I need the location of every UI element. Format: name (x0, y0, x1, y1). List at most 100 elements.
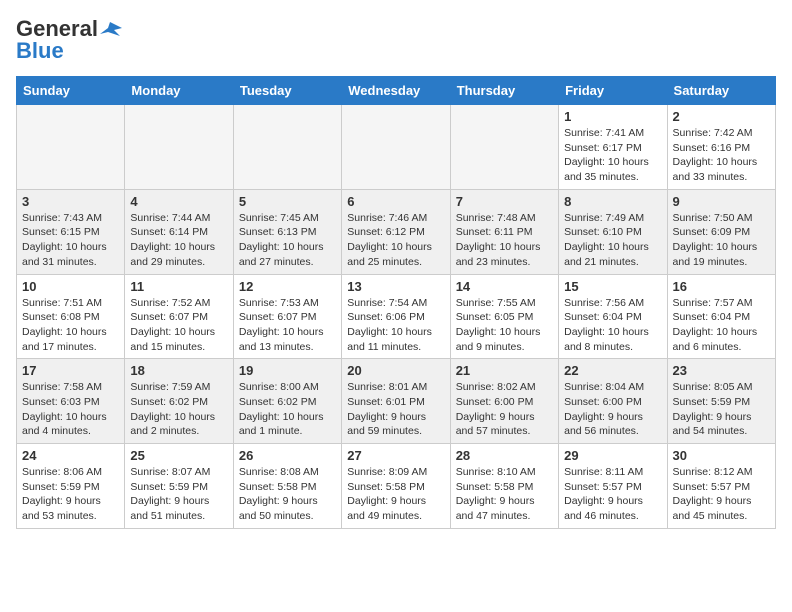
weekday-header-row: SundayMondayTuesdayWednesdayThursdayFrid… (17, 77, 776, 105)
calendar-cell: 11 Sunrise: 7:52 AM Sunset: 6:07 PM Dayli… (125, 274, 233, 359)
calendar-cell: 24 Sunrise: 8:06 AM Sunset: 5:59 PM Dayli… (17, 444, 125, 529)
day-info: Sunrise: 7:44 AM Sunset: 6:14 PM Dayligh… (130, 211, 227, 270)
day-number: 16 (673, 279, 770, 294)
logo-bird-icon (100, 20, 122, 38)
day-info: Sunrise: 7:57 AM Sunset: 6:04 PM Dayligh… (673, 296, 770, 355)
day-info: Sunrise: 7:45 AM Sunset: 6:13 PM Dayligh… (239, 211, 336, 270)
calendar-week-row: 1 Sunrise: 7:41 AM Sunset: 6:17 PM Daylig… (17, 105, 776, 190)
calendar-week-row: 24 Sunrise: 8:06 AM Sunset: 5:59 PM Dayli… (17, 444, 776, 529)
day-number: 12 (239, 279, 336, 294)
day-number: 5 (239, 194, 336, 209)
day-info: Sunrise: 7:55 AM Sunset: 6:05 PM Dayligh… (456, 296, 553, 355)
day-number: 18 (130, 363, 227, 378)
calendar-cell: 25 Sunrise: 8:07 AM Sunset: 5:59 PM Dayli… (125, 444, 233, 529)
logo: General Blue (16, 16, 122, 64)
calendar-week-row: 3Sunrise: 7:43 AM Sunset: 6:15 PM Daylig… (17, 189, 776, 274)
day-info: Sunrise: 7:54 AM Sunset: 6:06 PM Dayligh… (347, 296, 444, 355)
day-info: Sunrise: 8:08 AM Sunset: 5:58 PM Dayligh… (239, 465, 336, 524)
calendar-cell: 23 Sunrise: 8:05 AM Sunset: 5:59 PM Dayli… (667, 359, 775, 444)
calendar-cell (233, 105, 341, 190)
day-number: 1 (564, 109, 661, 124)
day-number: 2 (673, 109, 770, 124)
day-info: Sunrise: 8:00 AM Sunset: 6:02 PM Dayligh… (239, 380, 336, 439)
weekday-header-wednesday: Wednesday (342, 77, 450, 105)
day-info: Sunrise: 8:02 AM Sunset: 6:00 PM Dayligh… (456, 380, 553, 439)
calendar-cell: 13 Sunrise: 7:54 AM Sunset: 6:06 PM Dayli… (342, 274, 450, 359)
calendar-cell: 18 Sunrise: 7:59 AM Sunset: 6:02 PM Dayli… (125, 359, 233, 444)
day-info: Sunrise: 8:05 AM Sunset: 5:59 PM Dayligh… (673, 380, 770, 439)
day-number: 24 (22, 448, 119, 463)
day-number: 20 (347, 363, 444, 378)
calendar-cell: 6Sunrise: 7:46 AM Sunset: 6:12 PM Daylig… (342, 189, 450, 274)
day-number: 17 (22, 363, 119, 378)
day-info: Sunrise: 7:56 AM Sunset: 6:04 PM Dayligh… (564, 296, 661, 355)
day-info: Sunrise: 7:53 AM Sunset: 6:07 PM Dayligh… (239, 296, 336, 355)
day-number: 13 (347, 279, 444, 294)
day-number: 11 (130, 279, 227, 294)
day-number: 15 (564, 279, 661, 294)
calendar-cell (125, 105, 233, 190)
calendar-cell: 29 Sunrise: 8:11 AM Sunset: 5:57 PM Dayli… (559, 444, 667, 529)
day-number: 8 (564, 194, 661, 209)
day-info: Sunrise: 7:48 AM Sunset: 6:11 PM Dayligh… (456, 211, 553, 270)
day-number: 10 (22, 279, 119, 294)
day-number: 25 (130, 448, 227, 463)
calendar-cell: 2 Sunrise: 7:42 AM Sunset: 6:16 PM Daylig… (667, 105, 775, 190)
calendar-cell: 10Sunrise: 7:51 AM Sunset: 6:08 PM Dayli… (17, 274, 125, 359)
day-number: 28 (456, 448, 553, 463)
day-number: 30 (673, 448, 770, 463)
page-header: General Blue (16, 16, 776, 64)
calendar-cell: 9 Sunrise: 7:50 AM Sunset: 6:09 PM Daylig… (667, 189, 775, 274)
day-number: 9 (673, 194, 770, 209)
day-number: 6 (347, 194, 444, 209)
logo-blue: Blue (16, 38, 64, 64)
calendar-table: SundayMondayTuesdayWednesdayThursdayFrid… (16, 76, 776, 529)
day-info: Sunrise: 8:10 AM Sunset: 5:58 PM Dayligh… (456, 465, 553, 524)
calendar-cell: 27Sunrise: 8:09 AM Sunset: 5:58 PM Dayli… (342, 444, 450, 529)
day-info: Sunrise: 8:07 AM Sunset: 5:59 PM Dayligh… (130, 465, 227, 524)
day-info: Sunrise: 7:42 AM Sunset: 6:16 PM Dayligh… (673, 126, 770, 185)
day-info: Sunrise: 8:06 AM Sunset: 5:59 PM Dayligh… (22, 465, 119, 524)
day-number: 21 (456, 363, 553, 378)
weekday-header-thursday: Thursday (450, 77, 558, 105)
calendar-cell (342, 105, 450, 190)
day-number: 19 (239, 363, 336, 378)
day-info: Sunrise: 8:04 AM Sunset: 6:00 PM Dayligh… (564, 380, 661, 439)
day-number: 26 (239, 448, 336, 463)
day-info: Sunrise: 8:11 AM Sunset: 5:57 PM Dayligh… (564, 465, 661, 524)
day-info: Sunrise: 7:41 AM Sunset: 6:17 PM Dayligh… (564, 126, 661, 185)
day-number: 29 (564, 448, 661, 463)
calendar-cell: 30 Sunrise: 8:12 AM Sunset: 5:57 PM Dayli… (667, 444, 775, 529)
calendar-cell: 15 Sunrise: 7:56 AM Sunset: 6:04 PM Dayli… (559, 274, 667, 359)
weekday-header-saturday: Saturday (667, 77, 775, 105)
calendar-week-row: 17 Sunrise: 7:58 AM Sunset: 6:03 PM Dayli… (17, 359, 776, 444)
calendar-cell: 5 Sunrise: 7:45 AM Sunset: 6:13 PM Daylig… (233, 189, 341, 274)
calendar-cell: 4 Sunrise: 7:44 AM Sunset: 6:14 PM Daylig… (125, 189, 233, 274)
calendar-cell: 16 Sunrise: 7:57 AM Sunset: 6:04 PM Dayli… (667, 274, 775, 359)
day-number: 27 (347, 448, 444, 463)
calendar-cell: 28 Sunrise: 8:10 AM Sunset: 5:58 PM Dayli… (450, 444, 558, 529)
weekday-header-friday: Friday (559, 77, 667, 105)
day-info: Sunrise: 8:12 AM Sunset: 5:57 PM Dayligh… (673, 465, 770, 524)
day-number: 7 (456, 194, 553, 209)
calendar-cell: 8Sunrise: 7:49 AM Sunset: 6:10 PM Daylig… (559, 189, 667, 274)
calendar-cell: 26 Sunrise: 8:08 AM Sunset: 5:58 PM Dayli… (233, 444, 341, 529)
day-info: Sunrise: 7:50 AM Sunset: 6:09 PM Dayligh… (673, 211, 770, 270)
calendar-cell: 22Sunrise: 8:04 AM Sunset: 6:00 PM Dayli… (559, 359, 667, 444)
day-info: Sunrise: 7:52 AM Sunset: 6:07 PM Dayligh… (130, 296, 227, 355)
calendar-cell: 21 Sunrise: 8:02 AM Sunset: 6:00 PM Dayli… (450, 359, 558, 444)
day-info: Sunrise: 7:59 AM Sunset: 6:02 PM Dayligh… (130, 380, 227, 439)
calendar-cell (450, 105, 558, 190)
calendar-week-row: 10Sunrise: 7:51 AM Sunset: 6:08 PM Dayli… (17, 274, 776, 359)
calendar-cell: 14 Sunrise: 7:55 AM Sunset: 6:05 PM Dayli… (450, 274, 558, 359)
day-info: Sunrise: 7:58 AM Sunset: 6:03 PM Dayligh… (22, 380, 119, 439)
day-number: 14 (456, 279, 553, 294)
calendar-cell: 17 Sunrise: 7:58 AM Sunset: 6:03 PM Dayli… (17, 359, 125, 444)
calendar-cell: 7 Sunrise: 7:48 AM Sunset: 6:11 PM Daylig… (450, 189, 558, 274)
calendar-cell: 19 Sunrise: 8:00 AM Sunset: 6:02 PM Dayli… (233, 359, 341, 444)
day-number: 4 (130, 194, 227, 209)
calendar-cell: 1 Sunrise: 7:41 AM Sunset: 6:17 PM Daylig… (559, 105, 667, 190)
day-number: 3 (22, 194, 119, 209)
day-number: 23 (673, 363, 770, 378)
day-info: Sunrise: 8:01 AM Sunset: 6:01 PM Dayligh… (347, 380, 444, 439)
